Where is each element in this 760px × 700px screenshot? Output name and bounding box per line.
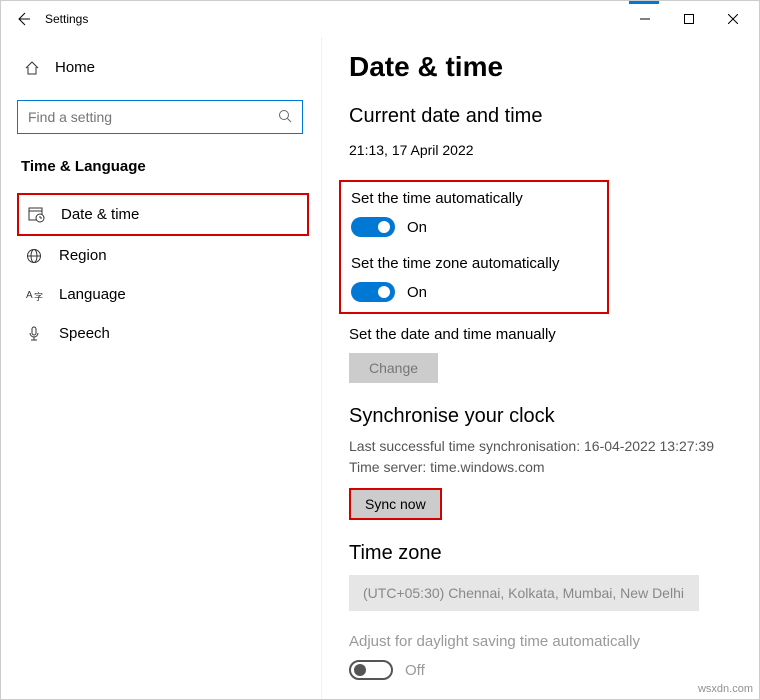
sync-info: Last successful time synchronisation: 16… — [349, 436, 739, 478]
sidebar-item-label: Speech — [59, 325, 110, 342]
maximize-button[interactable] — [667, 4, 711, 34]
auto-zone-state: On — [407, 284, 427, 301]
sidebar-item-label: Region — [59, 247, 107, 264]
timezone-heading: Time zone — [349, 542, 739, 565]
current-datetime: 21:13, 17 April 2022 — [349, 142, 739, 158]
auto-time-state: On — [407, 219, 427, 236]
search-icon — [278, 109, 292, 126]
close-button[interactable] — [711, 4, 755, 34]
sidebar-item-speech[interactable]: Speech — [17, 314, 309, 353]
timezone-dropdown[interactable]: (UTC+05:30) Chennai, Kolkata, Mumbai, Ne… — [349, 575, 699, 611]
globe-icon — [25, 248, 43, 264]
home-link[interactable]: Home — [17, 55, 309, 80]
home-icon — [23, 60, 41, 76]
content-pane: Date & time Current date and time 21:13,… — [321, 37, 759, 699]
sync-heading: Synchronise your clock — [349, 405, 739, 428]
minimize-button[interactable] — [623, 4, 667, 34]
page-title: Date & time — [349, 51, 739, 83]
home-label: Home — [55, 59, 95, 76]
dst-state: Off — [405, 662, 425, 679]
language-icon: A字 — [25, 287, 43, 303]
sidebar-item-date-time[interactable]: Date & time — [17, 193, 309, 236]
microphone-icon — [25, 326, 43, 342]
watermark: wsxdn.com — [698, 683, 753, 695]
auto-zone-toggle[interactable] — [351, 282, 395, 302]
window-controls — [623, 4, 755, 34]
section-current: Current date and time — [349, 105, 739, 128]
auto-time-label: Set the time automatically — [351, 190, 597, 207]
search-input[interactable] — [28, 109, 278, 125]
sidebar-item-label: Language — [59, 286, 126, 303]
manual-label: Set the date and time manually — [349, 326, 739, 343]
titlebar: Settings — [1, 1, 759, 37]
sidebar: Home Time & Language Date & time Region … — [1, 37, 321, 699]
sidebar-item-region[interactable]: Region — [17, 236, 309, 275]
change-button[interactable]: Change — [349, 353, 438, 383]
back-button[interactable] — [5, 1, 41, 37]
search-box[interactable] — [17, 100, 303, 134]
sidebar-item-language[interactable]: A字 Language — [17, 275, 309, 314]
window-title: Settings — [45, 12, 88, 26]
svg-text:A: A — [26, 290, 33, 301]
dst-toggle — [349, 660, 393, 680]
highlighted-auto-settings: Set the time automatically On Set the ti… — [339, 180, 609, 314]
svg-text:字: 字 — [34, 291, 43, 302]
sync-now-button[interactable]: Sync now — [349, 488, 442, 520]
calendar-clock-icon — [27, 206, 45, 223]
category-heading: Time & Language — [17, 158, 309, 175]
auto-time-toggle[interactable] — [351, 217, 395, 237]
sidebar-item-label: Date & time — [61, 206, 139, 223]
auto-zone-label: Set the time zone automatically — [351, 255, 597, 272]
dst-label: Adjust for daylight saving time automati… — [349, 633, 739, 650]
